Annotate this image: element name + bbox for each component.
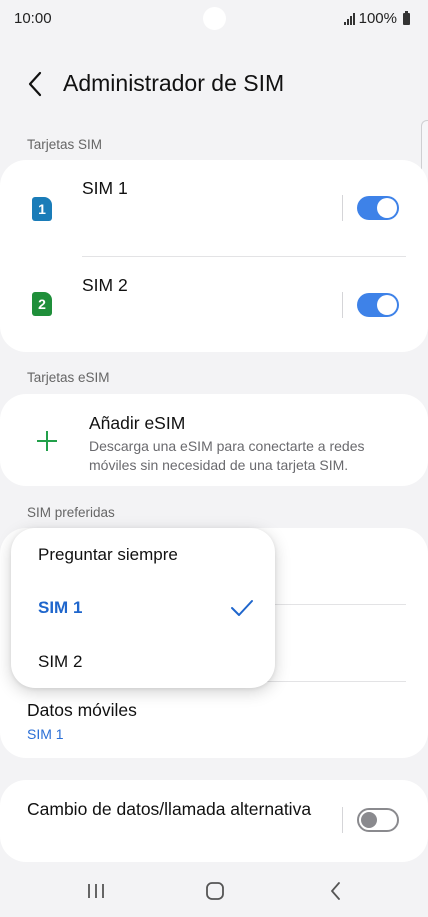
- recents-icon: [88, 884, 104, 898]
- navigation-bar: [0, 862, 428, 917]
- recents-button[interactable]: [82, 879, 110, 903]
- sim-2-toggle[interactable]: [357, 293, 399, 317]
- sim-1-name: SIM 1: [82, 178, 128, 198]
- mobile-data-value: SIM 1: [27, 726, 64, 742]
- signal-icon: [343, 12, 355, 25]
- add-esim-item[interactable]: Añadir eSIM Descarga una eSIM para conec…: [0, 394, 428, 486]
- checkmark-icon: [231, 600, 253, 616]
- preferred-sim-popup-menu: Preguntar siempre SIM 1 SIM 2: [11, 528, 275, 688]
- home-icon: [206, 882, 224, 900]
- separator: [342, 807, 343, 833]
- data-switch-toggle[interactable]: [357, 808, 399, 832]
- add-esim-description: Descarga una eSIM para conectarte a rede…: [89, 438, 365, 473]
- popup-option-sim-2[interactable]: SIM 2: [38, 652, 82, 672]
- popup-option-ask-always[interactable]: Preguntar siempre: [38, 545, 178, 565]
- camera-cutout: [203, 7, 226, 30]
- nav-back-button[interactable]: [324, 879, 348, 903]
- popup-option-sim-1[interactable]: SIM 1: [38, 598, 82, 618]
- status-indicators: 100%: [343, 10, 410, 27]
- add-esim-title: Añadir eSIM: [89, 413, 186, 433]
- data-switch-title: Cambio de datos/llamada alternativa: [27, 799, 312, 819]
- battery-percent: 100%: [358, 10, 397, 27]
- battery-icon: [403, 10, 410, 25]
- section-label-sim-cards: Tarjetas SIM: [27, 137, 103, 152]
- mobile-data-item[interactable]: Datos móviles SIM 1: [0, 688, 428, 758]
- chevron-left-icon: [331, 882, 340, 900]
- mobile-data-title: Datos móviles: [27, 700, 137, 720]
- section-label-esim: Tarjetas eSIM: [27, 370, 110, 385]
- status-time: 10:00: [14, 10, 52, 27]
- sim-cards-card: 1 SIM 1 2 SIM 2: [0, 160, 428, 352]
- sim-2-name: SIM 2: [82, 275, 128, 295]
- data-switch-card: Cambio de datos/llamada alternativa: [0, 780, 428, 862]
- sim-2-icon: 2: [32, 292, 52, 316]
- separator: [342, 292, 343, 318]
- home-button[interactable]: [202, 879, 228, 903]
- back-button[interactable]: [20, 66, 52, 102]
- sim-2-row[interactable]: 2 SIM 2: [0, 257, 340, 352]
- sim-1-icon: 1: [32, 197, 52, 221]
- plus-icon: [37, 431, 57, 451]
- sim-1-row[interactable]: 1 SIM 1: [0, 160, 340, 256]
- sim-1-toggle[interactable]: [357, 196, 399, 220]
- page-title: Administrador de SIM: [63, 70, 285, 96]
- separator: [342, 195, 343, 221]
- section-label-preferred: SIM preferidas: [27, 505, 115, 520]
- chevron-left-icon: [28, 71, 42, 97]
